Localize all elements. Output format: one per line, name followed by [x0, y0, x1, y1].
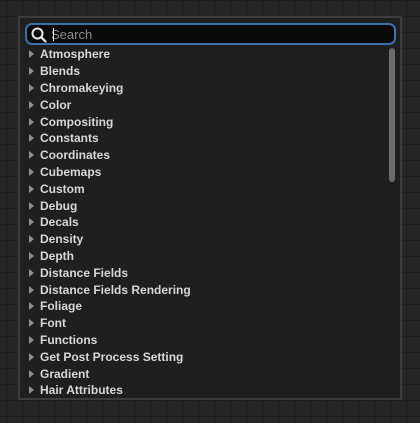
category-item[interactable]: Functions: [25, 332, 387, 349]
category-label: Distance Fields Rendering: [40, 282, 191, 297]
category-label: Gradient: [40, 366, 90, 381]
search-box[interactable]: [25, 23, 396, 45]
category-label: Color: [40, 97, 72, 112]
category-item[interactable]: Get Post Process Setting: [25, 348, 387, 365]
text-caret: [53, 28, 54, 41]
chevron-right-icon[interactable]: [29, 285, 34, 294]
category-item[interactable]: Debug: [25, 197, 387, 214]
chevron-right-icon[interactable]: [29, 201, 34, 210]
category-label: Density: [40, 232, 84, 247]
category-label: Blends: [40, 64, 81, 79]
category-item[interactable]: Distance Fields: [25, 264, 387, 281]
category-label: Distance Fields: [40, 265, 129, 280]
chevron-right-icon[interactable]: [29, 335, 34, 344]
chevron-right-icon[interactable]: [29, 100, 34, 109]
category-item[interactable]: Atmosphere: [25, 46, 387, 63]
search-input[interactable]: [51, 25, 371, 43]
category-item[interactable]: Distance Fields Rendering: [25, 281, 387, 298]
category-label: Constants: [40, 131, 99, 146]
category-label: Compositing: [40, 114, 114, 129]
category-item[interactable]: Custom: [25, 180, 387, 197]
category-item[interactable]: Foliage: [25, 298, 387, 315]
category-item[interactable]: Cubemaps: [25, 164, 387, 181]
category-label: Hair Attributes: [40, 383, 123, 398]
chevron-right-icon[interactable]: [29, 151, 34, 160]
chevron-right-icon[interactable]: [29, 50, 34, 59]
category-item[interactable]: Coordinates: [25, 147, 387, 164]
category-item[interactable]: Constants: [25, 130, 387, 147]
category-item[interactable]: Blends: [25, 63, 387, 80]
category-label: Coordinates: [40, 148, 111, 163]
category-item[interactable]: Compositing: [25, 113, 387, 130]
category-label: Get Post Process Setting: [40, 349, 184, 364]
category-item[interactable]: Font: [25, 315, 387, 332]
category-label: Chromakeying: [40, 80, 124, 95]
category-item[interactable]: Gradient: [25, 365, 387, 382]
category-list: Atmosphere Blends Chromakeying Color Composi…: [25, 46, 387, 398]
category-label: Functions: [40, 332, 98, 347]
chevron-right-icon[interactable]: [29, 251, 34, 260]
category-item[interactable]: Color: [25, 96, 387, 113]
chevron-right-icon[interactable]: [29, 386, 34, 395]
category-label: Debug: [40, 198, 78, 213]
chevron-right-icon[interactable]: [29, 218, 34, 227]
chevron-right-icon[interactable]: [29, 352, 34, 361]
search-icon: [31, 27, 47, 43]
chevron-right-icon[interactable]: [29, 67, 34, 76]
category-item[interactable]: Decals: [25, 214, 387, 231]
action-menu-panel: Atmosphere BlendsChromakeying Color Composi…: [18, 16, 402, 400]
category-item[interactable]: Chromakeying: [25, 80, 387, 97]
category-label: Cubemaps: [40, 164, 102, 179]
chevron-right-icon[interactable]: [29, 134, 34, 143]
category-label: Depth: [40, 248, 74, 263]
chevron-right-icon[interactable]: [29, 235, 34, 244]
chevron-right-icon[interactable]: [29, 83, 34, 92]
chevron-right-icon[interactable]: [29, 302, 34, 311]
chevron-right-icon[interactable]: [29, 184, 34, 193]
category-label: Decals: [40, 215, 79, 230]
chevron-right-icon[interactable]: [29, 167, 34, 176]
category-label: Foliage: [40, 299, 83, 314]
chevron-right-icon[interactable]: [29, 117, 34, 126]
category-item[interactable]: Hair Attributes: [25, 382, 387, 398]
category-label: Font: [40, 316, 66, 331]
scrollbar-thumb[interactable]: [389, 48, 395, 182]
chevron-right-icon[interactable]: [29, 268, 34, 277]
chevron-right-icon[interactable]: [29, 319, 34, 328]
category-item[interactable]: Density: [25, 231, 387, 248]
chevron-right-icon[interactable]: [29, 369, 34, 378]
category-label: Custom: [40, 181, 85, 196]
category-label: Atmosphere: [40, 47, 111, 62]
category-item[interactable]: Depth: [25, 248, 387, 265]
scrollbar[interactable]: [388, 47, 396, 397]
